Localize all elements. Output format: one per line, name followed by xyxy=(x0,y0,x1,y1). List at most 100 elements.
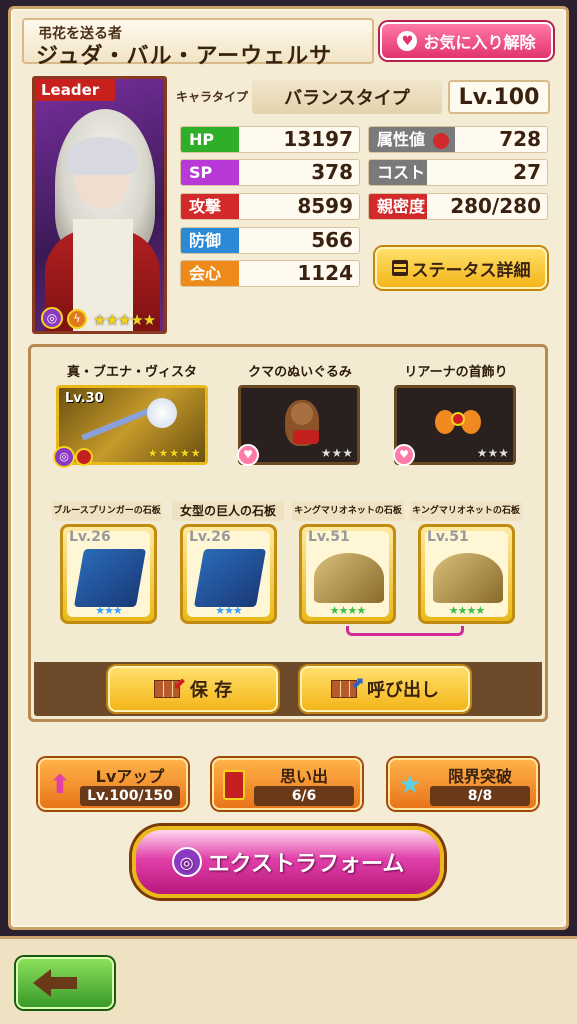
recall-button[interactable]: ⬈ 呼び出し xyxy=(300,666,470,712)
back-button[interactable] xyxy=(16,957,114,1009)
dark-attribute-icon: ◎ xyxy=(53,446,75,468)
stat-attribute: 属性値 728 xyxy=(368,126,548,153)
slab3-art xyxy=(314,553,384,603)
footer-bar xyxy=(0,936,577,1024)
character-title-box: 弔花を送る者 ジュダ・バル・アーウェルサ xyxy=(22,18,374,69)
arrow-up-icon: ⬈ xyxy=(350,673,364,692)
extra-form-label: エクストラフォーム xyxy=(207,852,405,877)
lightning-type-icon: ϟ xyxy=(67,309,87,329)
stat-sp: SP 378 xyxy=(180,159,360,186)
memories-label: 思い出 xyxy=(279,767,328,786)
slab2-stars: ★★★ xyxy=(215,604,243,617)
dark-attribute-icon: ◎ xyxy=(171,847,202,877)
fire-attribute-icon xyxy=(75,448,93,466)
level-up-value: Lv.100/150 xyxy=(80,786,180,806)
slab2-name: 女型の巨人の石板 xyxy=(172,501,284,521)
memory-card-icon xyxy=(218,768,250,802)
favorite-remove-label: お気に入り解除 xyxy=(423,33,536,52)
stat-cost: コスト 27 xyxy=(368,159,548,186)
arrow-down-icon: ⬋ xyxy=(173,673,187,692)
slab4-art xyxy=(433,553,503,603)
stat-sp-value: 378 xyxy=(311,160,353,184)
weapon-slot[interactable]: Lv.30 ◎ ★★★★★ xyxy=(53,385,208,468)
stat-defense-value: 566 xyxy=(311,228,353,252)
memories-button[interactable]: 思い出 6/6 xyxy=(212,758,362,810)
accessory1-stars: ★★★ xyxy=(320,446,353,460)
stat-defense-label: 防御 xyxy=(181,228,239,253)
recall-label: 呼び出し xyxy=(367,680,439,701)
stat-cost-label: コスト xyxy=(369,160,427,185)
chara-type-label: キャラタイプ xyxy=(176,90,249,104)
slab3-level: Lv.51 xyxy=(308,529,350,545)
heart-icon: ♥ xyxy=(237,444,259,466)
accessory2-name: リアーナの首飾り xyxy=(404,365,508,380)
memories-value: 6/6 xyxy=(254,786,354,806)
status-details-button[interactable]: ステータス詳細 xyxy=(375,247,547,289)
slab3-name: キングマリオネットの石板 xyxy=(292,501,404,521)
back-arrow-icon xyxy=(33,969,51,997)
character-portrait[interactable]: Leader ◎ ϟ ★★★★★ xyxy=(32,76,167,334)
stat-hp-label: HP xyxy=(181,127,239,152)
slab-set-link xyxy=(346,626,464,636)
weapon-level: Lv.30 xyxy=(65,391,104,406)
stat-attack-label: 攻撃 xyxy=(181,194,239,219)
heart-icon: ♥ xyxy=(393,444,415,466)
stat-attribute-value: 728 xyxy=(499,127,541,151)
slab1-slot[interactable]: Lv.26 ★★★ xyxy=(60,524,157,624)
weapon-name: 真・ブエナ・ヴィスタ xyxy=(66,365,197,380)
slab4-stars: ★★★★ xyxy=(448,604,485,617)
slab3-slot[interactable]: Lv.51 ★★★★ xyxy=(299,524,396,624)
star-icon: ★ xyxy=(398,770,422,800)
limit-break-value: 8/8 xyxy=(430,786,530,806)
slab4-level: Lv.51 xyxy=(427,529,469,545)
list-icon xyxy=(391,260,408,276)
slab4-slot[interactable]: Lv.51 ★★★★ xyxy=(418,524,515,624)
stat-crit-value: 1124 xyxy=(297,261,353,285)
slab4-name: キングマリオネットの石板 xyxy=(410,501,522,521)
accessory1-name: クマのぬいぐるみ xyxy=(248,365,352,380)
slab1-art xyxy=(73,549,147,607)
save-button[interactable]: ⬋ 保 存 xyxy=(108,666,278,712)
teddy-bear-cape xyxy=(293,430,319,444)
stat-attribute-label: 属性値 xyxy=(369,127,455,152)
arrow-up-icon: ⬆ xyxy=(49,770,71,800)
stat-hp-value: 13197 xyxy=(283,127,353,151)
leader-tag: Leader xyxy=(35,79,115,101)
stat-affinity-value: 280/280 xyxy=(450,194,541,218)
slab1-name: ブルースプリンガーの石板 xyxy=(52,501,162,521)
stat-hp: HP 13197 xyxy=(180,126,360,153)
character-name: ジュダ・バル・アーウェルサ xyxy=(36,44,333,69)
stat-crit: 会心 1124 xyxy=(180,260,360,287)
rarity-stars: ★★★★★ xyxy=(93,311,156,329)
favorite-remove-button[interactable]: ♥ お気に入り解除 xyxy=(380,22,553,60)
accessory2-stars: ★★★ xyxy=(476,446,509,460)
slab2-art xyxy=(193,549,267,607)
slab2-level: Lv.26 xyxy=(189,529,231,545)
slab2-slot[interactable]: Lv.26 ★★★ xyxy=(180,524,277,624)
level-up-label: Lvアップ xyxy=(95,767,165,786)
limit-break-button[interactable]: ★ 限界突破 8/8 xyxy=(388,758,538,810)
level-up-button[interactable]: ⬆ Lvアップ Lv.100/150 xyxy=(38,758,188,810)
stat-affinity-label: 親密度 xyxy=(369,194,427,219)
stat-defense: 防御 566 xyxy=(180,227,360,254)
character-level: Lv.100 xyxy=(448,80,550,114)
heart-icon: ♥ xyxy=(397,31,418,51)
extra-form-button[interactable]: ◎ エクストラフォーム xyxy=(132,826,444,898)
status-details-label: ステータス詳細 xyxy=(411,260,531,281)
stat-attribute-label-text: 属性値 xyxy=(377,130,426,149)
accessory1-slot[interactable]: ♥ ★★★ xyxy=(237,385,360,466)
weapon-flower-art xyxy=(147,398,177,428)
bow-center-gem xyxy=(451,412,465,426)
slab3-stars: ★★★★ xyxy=(329,604,366,617)
back-arrow-shaft xyxy=(51,977,77,989)
stat-crit-label: 会心 xyxy=(181,261,239,286)
chara-type-value: バランスタイプ xyxy=(252,80,442,114)
fire-attribute-icon xyxy=(432,132,449,149)
portrait-hair xyxy=(67,137,137,175)
limit-break-label: 限界突破 xyxy=(447,767,512,786)
brick-save-icon: ⬋ xyxy=(153,673,187,698)
stat-affinity: 親密度 280/280 xyxy=(368,193,548,220)
brick-recall-icon: ⬈ xyxy=(331,673,364,698)
stat-sp-label: SP xyxy=(181,160,239,185)
accessory2-slot[interactable]: ♥ ★★★ xyxy=(393,385,516,466)
